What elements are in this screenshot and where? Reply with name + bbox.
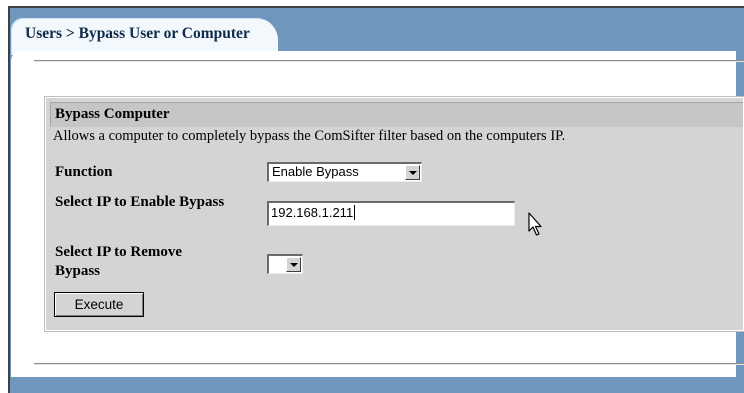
remove-ip-label: Select IP to Remove Bypass	[55, 244, 183, 279]
text-caret	[354, 205, 356, 220]
section-description: Allows a computer to completely bypass t…	[53, 128, 566, 144]
divider-top	[34, 60, 744, 62]
bypass-computer-section: Bypass Computer Allows a computer to com…	[45, 97, 744, 331]
function-label: Function	[55, 164, 113, 180]
enable-ip-value: 192.168.1.211	[271, 205, 354, 220]
breadcrumb: Users > Bypass User or Computer	[11, 18, 278, 55]
mouse-pointer-icon	[528, 212, 542, 236]
execute-button[interactable]: Execute	[54, 292, 144, 317]
function-select[interactable]: Enable Bypass	[267, 162, 422, 182]
remove-ip-select[interactable]	[267, 254, 303, 274]
section-title: Bypass Computer	[50, 102, 743, 127]
divider-bottom	[34, 363, 744, 365]
enable-ip-input[interactable]: 192.168.1.211	[267, 201, 515, 226]
chevron-down-icon[interactable]	[405, 165, 420, 180]
chevron-down-icon[interactable]	[286, 257, 301, 272]
enable-ip-label: Select IP to Enable Bypass	[55, 194, 225, 210]
function-select-value: Enable Bypass	[272, 164, 359, 179]
